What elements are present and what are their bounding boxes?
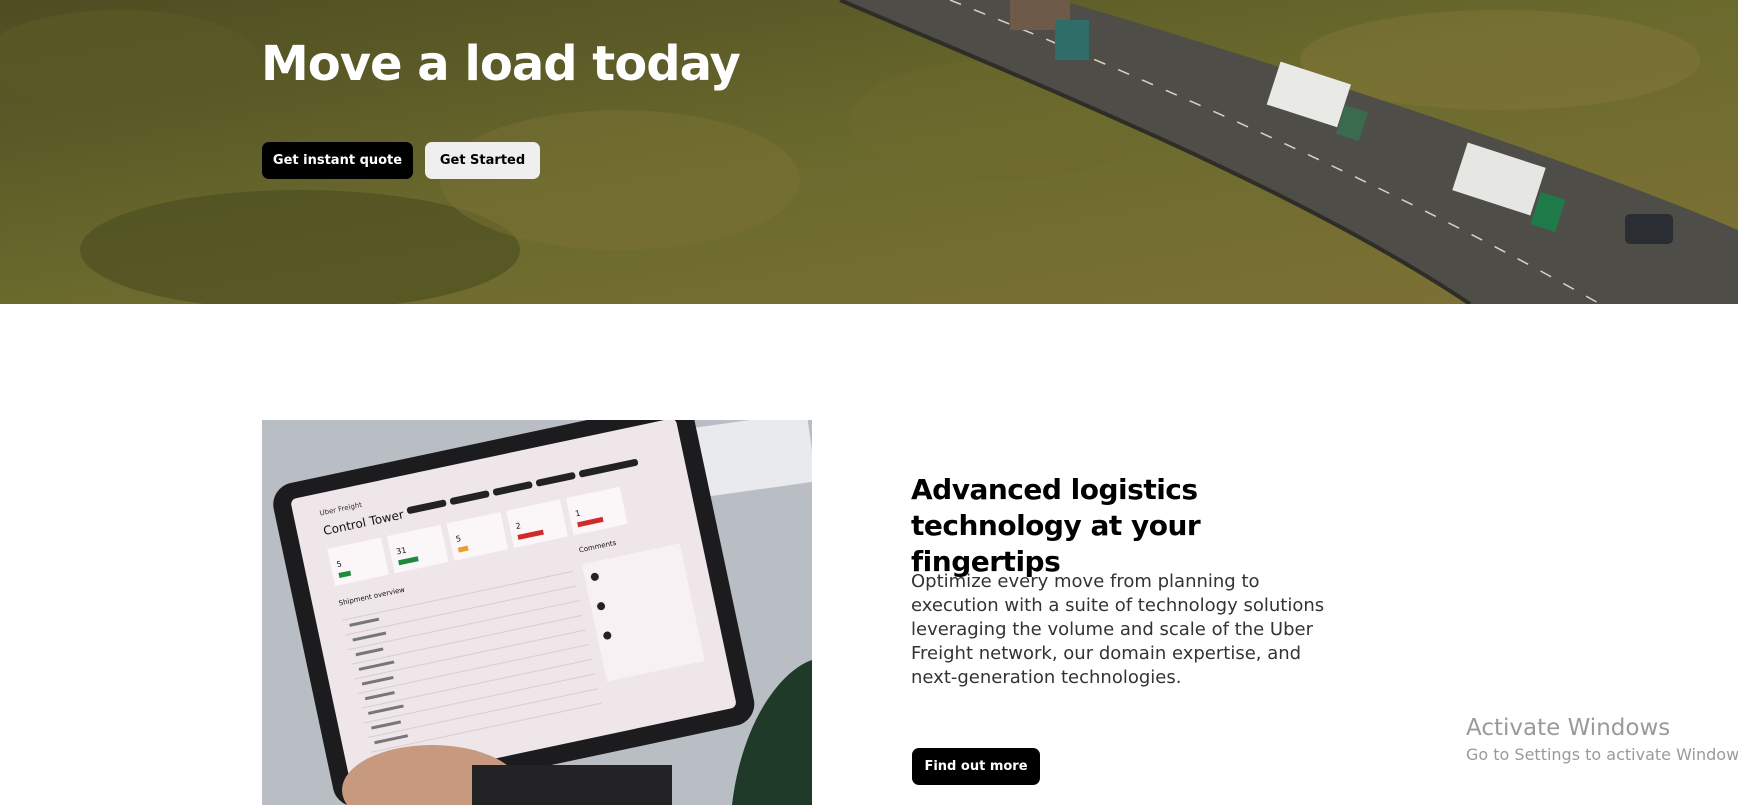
find-out-more-button[interactable]: Find out more	[912, 748, 1040, 785]
hero-title: Move a load today	[261, 36, 741, 92]
get-started-button[interactable]: Get Started	[425, 142, 540, 179]
watermark-subtitle: Go to Settings to activate Windows.	[1466, 745, 1738, 764]
feature-description: Optimize every move from planning to exe…	[911, 571, 1325, 688]
pickup-truck	[1625, 214, 1673, 244]
tablet-illustration: Uber Freight Control Tower 5 31 5 2 1 Sh…	[262, 420, 812, 805]
feature-title: Advanced logistics technology at your fi…	[911, 473, 1201, 578]
watermark-title: Activate Windows	[1466, 715, 1671, 741]
tablet-photo: Uber Freight Control Tower 5 31 5 2 1 Sh…	[262, 420, 812, 805]
get-instant-quote-button[interactable]: Get instant quote	[262, 142, 413, 179]
hero-banner: Move a load today Get instant quote Get …	[0, 0, 1738, 304]
activate-windows-watermark: Activate Windows Go to Settings to activ…	[1466, 713, 1738, 767]
